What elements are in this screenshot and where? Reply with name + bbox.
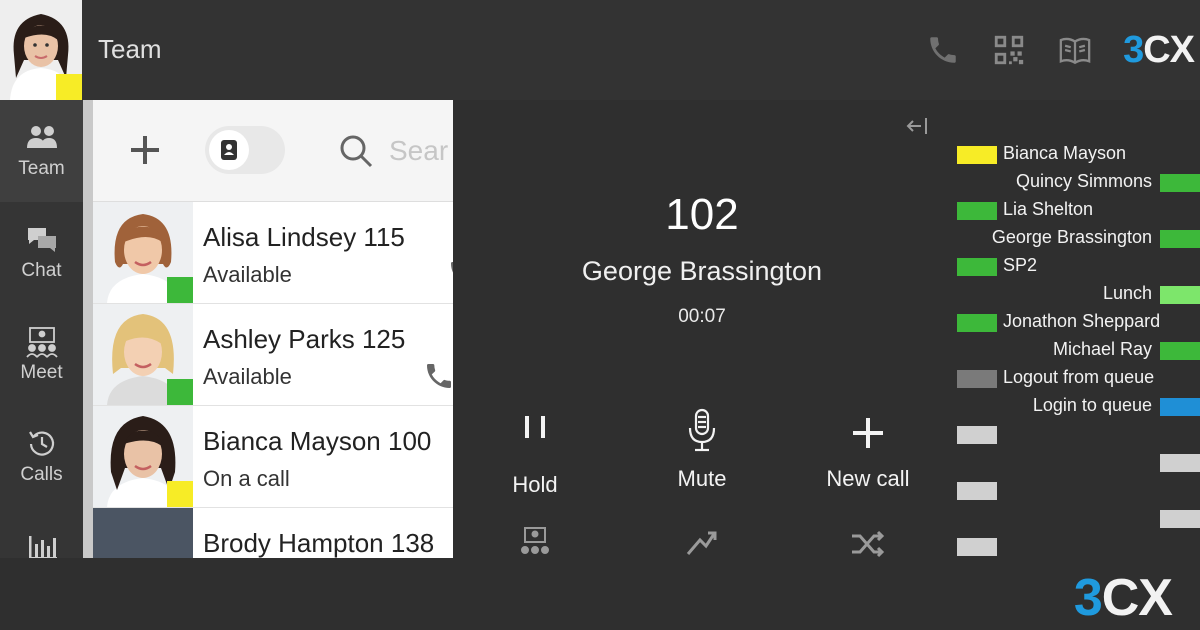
phone-icon[interactable]: [423, 360, 453, 392]
call-extension: 102: [665, 190, 739, 239]
transfer-button[interactable]: [632, 524, 772, 558]
queue-entry[interactable]: Jonathon Sheppard: [951, 310, 1200, 336]
shuffle-icon: [852, 530, 885, 558]
nav-label: Meet: [20, 362, 63, 383]
contact-name: Ashley Parks 125: [203, 324, 406, 354]
brand-logo: 3 CX: [1073, 569, 1173, 627]
new-call-button[interactable]: New call: [798, 408, 938, 498]
contact-avatar-initials: BH: [93, 508, 193, 558]
pause-icon: [525, 416, 545, 438]
queue-entry[interactable]: SP2: [951, 254, 1200, 280]
contacts-toolbar: [93, 100, 453, 202]
nav-item-calls[interactable]: Calls: [0, 406, 83, 508]
status-indicator: [167, 277, 193, 303]
phonebook-icon[interactable]: [1057, 32, 1093, 68]
user-status-indicator: [56, 74, 82, 100]
collapse-panel-icon[interactable]: [905, 116, 929, 136]
status-swatch: [957, 370, 997, 388]
phone-icon[interactable]: [925, 32, 961, 68]
add-contact-button[interactable]: [127, 132, 163, 168]
top-toolbar: 3 CX: [925, 28, 1195, 72]
hold-button[interactable]: Hold: [465, 408, 605, 498]
queue-entry[interactable]: Quincy Simmons: [951, 170, 1200, 196]
conference-icon: [521, 527, 549, 554]
nav-label: Calls: [20, 464, 63, 485]
calls-history-icon: [28, 431, 54, 456]
left-navigation: Team Chat Meet Calls: [0, 100, 83, 559]
status-swatch: [1160, 174, 1200, 192]
page-title: Team: [98, 34, 162, 64]
chat-icon: [27, 228, 56, 252]
status-indicator: [167, 379, 193, 405]
nav-label: Chat: [21, 260, 62, 281]
queue-entry[interactable]: George Brassington: [951, 226, 1200, 252]
status-swatch: [1160, 342, 1200, 360]
queue-entry[interactable]: Michael Ray: [951, 338, 1200, 364]
status-swatch: [957, 202, 997, 220]
empty-slot: [957, 482, 997, 500]
contact-name: Bianca Mayson 100: [203, 426, 432, 456]
footer-bar: 3 CX: [0, 558, 1200, 630]
empty-slot: [957, 426, 997, 444]
contact-status-text: On a call: [203, 466, 290, 491]
microphone-icon: [688, 408, 716, 452]
contact-status-text: Available: [203, 364, 292, 389]
contact-name: Alisa Lindsey 115: [203, 222, 405, 252]
qr-code-icon[interactable]: [991, 32, 1027, 68]
search-icon[interactable]: [337, 132, 375, 170]
contact-name: Brody Hampton 138: [203, 528, 435, 558]
brand-logo: 3 CX: [1123, 28, 1195, 71]
status-swatch: [1160, 230, 1200, 248]
contact-row[interactable]: Bianca Mayson 100 On a call: [93, 406, 453, 508]
queue-entry[interactable]: Login to queue: [951, 394, 1200, 420]
queue-status-panel: Bianca Mayson Quincy Simmons Lia Shelton…: [951, 100, 1200, 558]
team-icon: [26, 126, 57, 148]
toggle-knob: [209, 130, 249, 170]
contacts-panel: Alisa Lindsey 115 Available Ashley Parks…: [83, 100, 453, 558]
empty-slot: [1160, 510, 1200, 528]
user-avatar[interactable]: [0, 0, 82, 100]
contact-row[interactable]: Alisa Lindsey 115 Available: [93, 202, 453, 304]
plus-icon: [853, 418, 883, 448]
queue-entry[interactable]: Lia Shelton: [951, 198, 1200, 224]
meet-icon: [25, 327, 58, 358]
search-input[interactable]: [389, 130, 449, 172]
scrollbar[interactable]: [83, 100, 93, 558]
call-timer: 00:07: [678, 306, 726, 327]
status-swatch: [1160, 398, 1200, 416]
nav-item-chat[interactable]: Chat: [0, 202, 83, 304]
contact-row[interactable]: Ashley Parks 125 Available: [93, 304, 453, 406]
mute-button[interactable]: Mute: [632, 408, 772, 498]
address-book-icon: [221, 140, 237, 160]
queue-entry[interactable]: Logout from queue: [951, 366, 1200, 392]
queue-entry[interactable]: Bianca Mayson: [951, 142, 1200, 168]
status-indicator: [167, 481, 193, 507]
active-call-panel: 102 George Brassington 00:07 Hold Mute N…: [453, 100, 951, 558]
status-swatch: [957, 146, 997, 164]
transfer-icon: [686, 531, 717, 555]
caller-name: George Brassington: [581, 256, 823, 286]
contacts-view-toggle[interactable]: [205, 126, 285, 174]
contact-row[interactable]: BH Brody Hampton 138: [93, 508, 453, 558]
status-swatch: [957, 258, 997, 276]
nav-label: Team: [18, 158, 65, 179]
conference-button[interactable]: [465, 524, 605, 558]
nav-item-meet[interactable]: Meet: [0, 304, 83, 406]
shuffle-button[interactable]: [798, 524, 938, 558]
status-swatch: [1160, 286, 1200, 304]
empty-slot: [957, 538, 997, 556]
contact-status-text: Available: [203, 262, 292, 287]
empty-slot: [1160, 454, 1200, 472]
queue-entry[interactable]: Lunch: [951, 282, 1200, 308]
top-bar: Team 3 CX: [0, 0, 1200, 100]
nav-item-team[interactable]: Team: [0, 100, 83, 202]
status-swatch: [957, 314, 997, 332]
